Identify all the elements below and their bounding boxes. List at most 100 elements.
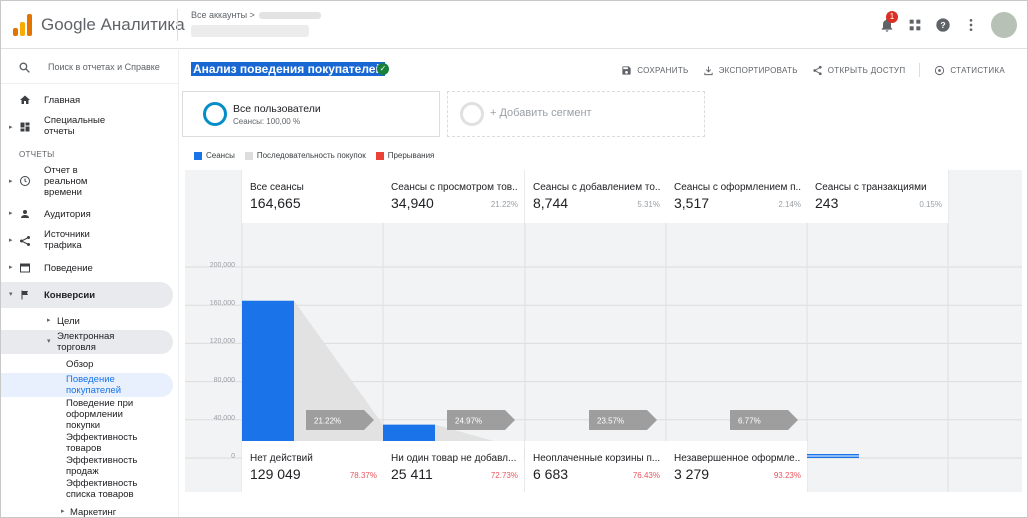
sidebar: Поиск в отчетах и Справке Главная ▸ Спец… — [1, 50, 179, 517]
abandonment-box[interactable]: Нет действий 129 049 78.37% — [242, 441, 383, 492]
expand-arrow-icon: ▸ — [9, 178, 13, 185]
abandonment-percent: 76.43% — [632, 471, 660, 480]
sidebar-item-ecommerce[interactable]: ▾ Электронная торговля — [1, 330, 173, 354]
sessions-bar[interactable] — [242, 300, 294, 458]
y-tick-label: 40,000 — [213, 414, 235, 422]
sidebar-item-product-performance[interactable]: Эффективность товаров — [1, 432, 173, 454]
abandonment-percent: 93.23% — [773, 471, 801, 480]
abandonment-percent: 78.37% — [349, 471, 377, 480]
property-name-redacted[interactable] — [191, 25, 309, 37]
stage-label: Сеансы с оформлением п... — [674, 182, 801, 193]
sidebar-item-label: Поведение — [44, 263, 93, 274]
sidebar-item-realtime[interactable]: ▸ Отчет в реальном времени — [1, 164, 173, 200]
add-segment-button[interactable]: + Добавить сегмент — [447, 91, 705, 137]
header-icons: 1 ? — [879, 11, 1017, 39]
transition-rate-label: 6.77% — [738, 417, 761, 426]
person-icon — [21, 210, 29, 218]
sidebar-item-marketing[interactable]: ▸ Маркетинг — [1, 505, 173, 517]
legend-label: Последовательность покупок — [256, 151, 366, 160]
funnel-stage-header[interactable]: Сеансы с добавлением то... 8,744 5.31% — [525, 170, 666, 223]
sidebar-item-behavior[interactable]: ▸ Поведение — [1, 260, 173, 276]
abandonment-label: Нет действий — [250, 453, 313, 464]
segment-color-ring-icon — [203, 102, 227, 126]
app-title[interactable]: Google Аналитика — [41, 15, 185, 35]
save-button[interactable]: СОХРАНИТЬ — [621, 65, 688, 76]
sidebar-item-audience[interactable]: ▸ Аудитория — [1, 206, 173, 222]
collapse-arrow-icon: ▾ — [9, 291, 13, 298]
sidebar-item-home[interactable]: Главная — [1, 92, 173, 108]
abandonment-value: 25 411 — [391, 466, 433, 482]
abandonment-value: 6 683 — [533, 466, 569, 482]
sidebar-item-label: Эффективность списка товаров — [66, 478, 138, 500]
funnel-stage-header[interactable]: Сеансы с просмотром тов... 34,940 21.22% — [383, 170, 524, 223]
help-button[interactable]: ? — [935, 17, 951, 33]
flag-icon — [21, 290, 28, 300]
funnel-legend: Сеансы Последовательность покупок Прерыв… — [194, 151, 434, 160]
y-tick-label: 0 — [231, 453, 235, 460]
notifications-button[interactable]: 1 — [879, 11, 898, 33]
export-button[interactable]: ЭКСПОРТИРОВАТЬ — [703, 65, 798, 76]
insights-button[interactable]: СТАТИСТИКА — [934, 65, 1005, 76]
share-button[interactable]: ОТКРЫТЬ ДОСТУП — [812, 65, 906, 76]
sidebar-item-goals[interactable]: ▸ Цели — [1, 314, 173, 328]
sidebar-item-label: Цели — [57, 316, 80, 327]
funnel-stage-header[interactable]: Сеансы с транзакциями 243 0.15% — [807, 170, 948, 223]
segment-all-users[interactable]: Все пользователи Сеансы: 100,00 % — [182, 91, 440, 137]
sidebar-item-product-list-performance[interactable]: Эффективность списка товаров — [1, 478, 173, 500]
funnel-stage-header[interactable]: Все сеансы 164,665 — [242, 170, 383, 223]
expand-arrow-icon: ▸ — [9, 124, 13, 131]
clock-icon — [20, 176, 30, 186]
transition-rate-label: 21.22% — [314, 417, 341, 426]
sidebar-item-label: Поведение покупателей — [66, 374, 122, 396]
sidebar-item-label: Специальные отчеты — [44, 115, 106, 137]
home-icon — [20, 95, 30, 104]
top-header: Google Аналитика Все аккаунты > 1 ? — [1, 1, 1027, 49]
insights-label: СТАТИСТИКА — [950, 65, 1005, 75]
sidebar-item-custom-reports[interactable]: ▸ Специальные отчеты — [1, 114, 173, 140]
main-content: Анализ поведения покупателей ✓ СОХРАНИТЬ… — [180, 50, 1027, 517]
more-options-button[interactable] — [963, 17, 979, 33]
acquisition-icon — [20, 236, 30, 246]
analytics-logo-icon[interactable] — [13, 14, 33, 36]
transition-rate-label: 24.97% — [455, 417, 482, 426]
account-avatar[interactable] — [991, 12, 1017, 38]
account-breadcrumb[interactable]: Все аккаунты > — [191, 10, 321, 20]
sidebar-item-shopping-behavior[interactable]: Поведение покупателей — [1, 373, 173, 397]
page-title: Анализ поведения покупателей — [191, 62, 385, 76]
funnel-stage-header[interactable]: Сеансы с оформлением п... 3,517 2.14% — [666, 170, 807, 223]
apps-button[interactable] — [907, 17, 923, 33]
y-tick-label: 200,000 — [209, 262, 235, 269]
notification-badge: 1 — [886, 11, 898, 23]
sidebar-item-checkout-behavior[interactable]: Поведение при оформлении покупки — [1, 398, 173, 432]
sidebar-item-overview[interactable]: Обзор — [1, 357, 173, 371]
sidebar-item-label: Главная — [44, 95, 81, 106]
empty-segment-ring-icon — [460, 102, 484, 126]
insights-icon — [935, 65, 945, 75]
stage-sessions-value: 243 — [815, 195, 839, 211]
y-tick-label: 120,000 — [209, 338, 235, 346]
segment-name: Все пользователи — [233, 103, 321, 115]
abandonment-box[interactable]: Незавершенное оформле... 3 279 93.23% — [666, 441, 807, 492]
sequence-flow — [294, 300, 383, 458]
abandonment-box[interactable]: Неоплаченные корзины п... 6 683 76.43% — [525, 441, 666, 492]
sidebar-item-conversions[interactable]: ▾ Конверсии — [1, 282, 173, 308]
actions-divider — [919, 63, 921, 77]
search-icon — [19, 62, 30, 73]
abandonment-box[interactable]: Ни один товар не добавл... 25 411 72.73% — [383, 441, 524, 492]
stage-label: Сеансы с просмотром тов... — [391, 182, 518, 193]
stage-sessions-value: 34,940 — [391, 195, 434, 211]
add-segment-label: + Добавить сегмент — [490, 107, 592, 119]
sidebar-item-label: Электронная торговля — [57, 331, 115, 353]
breadcrumb-text: Все аккаунты > — [191, 10, 255, 20]
abandonment-value: 3 279 — [674, 466, 710, 482]
abandonment-label: Незавершенное оформле... — [674, 453, 801, 464]
sidebar-item-acquisition[interactable]: ▸ Источники трафика — [1, 228, 173, 254]
collapse-arrow-icon: ▾ — [47, 338, 51, 345]
export-icon — [703, 65, 713, 75]
reports-section-label: ОТЧЕТЫ — [19, 150, 55, 159]
sidebar-item-label: Аудитория — [44, 209, 91, 220]
account-name-redacted — [258, 12, 321, 20]
search-box[interactable]: Поиск в отчетах и Справке — [1, 50, 178, 84]
sidebar-item-sales-performance[interactable]: Эффективность продаж — [1, 455, 173, 477]
apps-grid-icon — [909, 19, 921, 31]
